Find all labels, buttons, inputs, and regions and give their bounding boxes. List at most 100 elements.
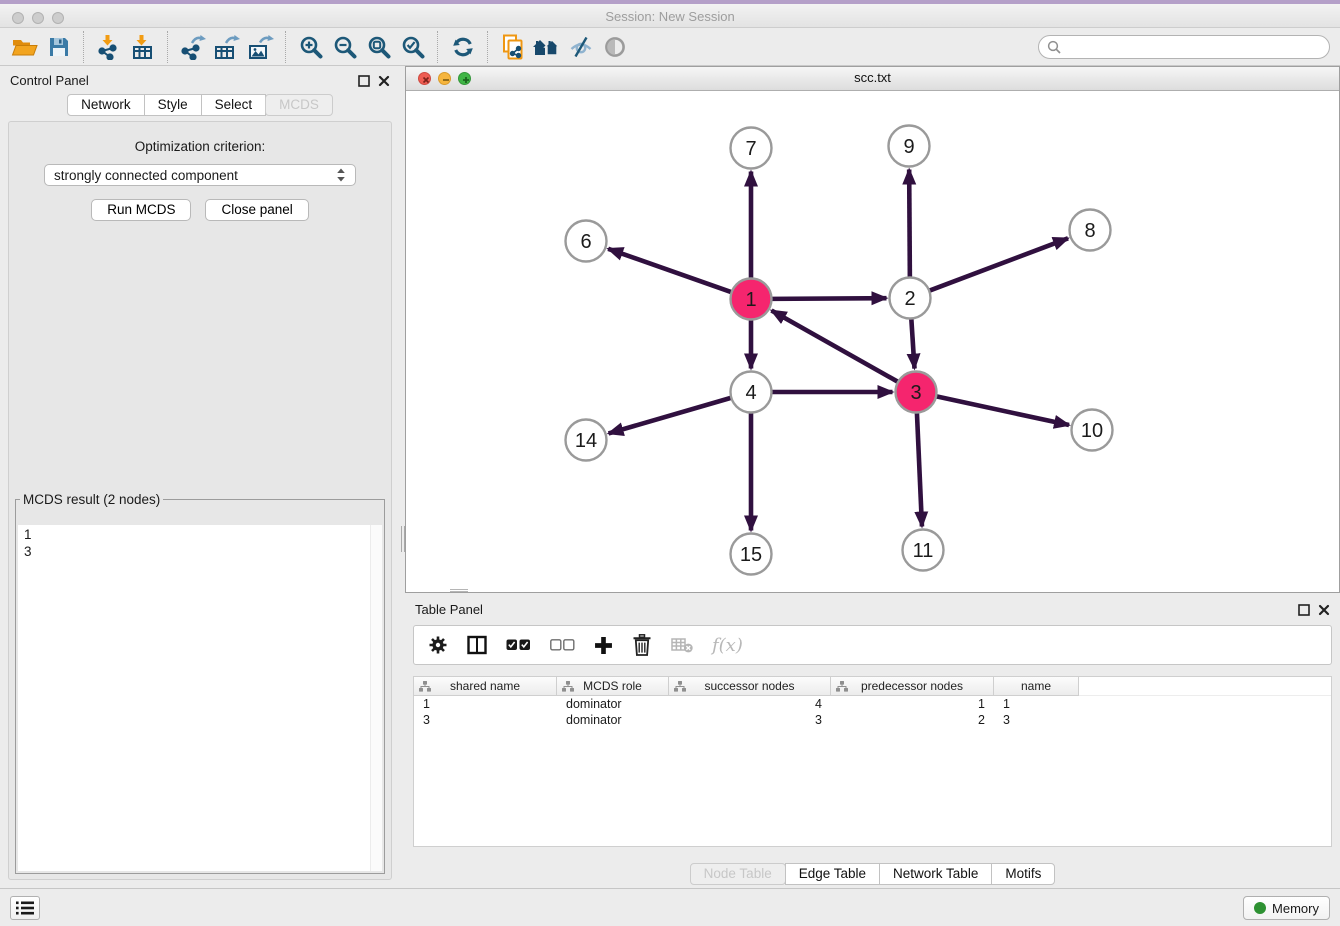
- close-panel-icon[interactable]: [378, 74, 390, 86]
- search-input[interactable]: [1061, 38, 1321, 55]
- list-icon: [16, 901, 34, 915]
- graph-edge-4-14[interactable]: [609, 398, 731, 434]
- network-close-button[interactable]: [418, 72, 431, 85]
- refresh-view-icon[interactable]: [446, 31, 480, 63]
- select-chevrons-icon: [336, 167, 346, 183]
- table-toolbar: f(x): [413, 625, 1332, 665]
- toolbar-separator: [285, 31, 287, 63]
- float-table-panel-icon[interactable]: [1298, 603, 1310, 615]
- tab-node-table[interactable]: Node Table: [690, 863, 786, 885]
- control-panel-tabs: NetworkStyleSelectMCDS: [0, 94, 400, 116]
- tab-edge-table[interactable]: Edge Table: [785, 863, 880, 885]
- graph-node-label-15: 15: [740, 544, 762, 566]
- criterion-select[interactable]: strongly connected component: [44, 164, 356, 186]
- tab-mcds[interactable]: MCDS: [265, 94, 333, 116]
- import-network-icon[interactable]: [92, 31, 126, 63]
- toolbar-separator: [83, 31, 85, 63]
- graph-edge-2-9[interactable]: [909, 169, 910, 277]
- graph-edge-1-2[interactable]: [772, 298, 887, 299]
- zoom-out-icon[interactable]: [328, 31, 362, 63]
- table-cell: dominator: [557, 713, 669, 727]
- mcds-result-list[interactable]: 1 3: [18, 525, 382, 871]
- deselect-all-icon[interactable]: [550, 633, 575, 657]
- tab-select[interactable]: Select: [201, 94, 267, 116]
- network-canvas[interactable]: 7968124314101511: [406, 90, 1339, 592]
- toolbar-separator: [167, 31, 169, 63]
- column-header-successor-nodes[interactable]: successor nodes: [669, 677, 831, 696]
- open-session-icon[interactable]: [8, 31, 42, 63]
- tab-style[interactable]: Style: [144, 94, 202, 116]
- float-panel-icon[interactable]: [358, 74, 370, 86]
- graph-node-label-4: 4: [745, 382, 756, 404]
- import-table-icon[interactable]: [126, 31, 160, 63]
- graph-node-label-8: 8: [1084, 220, 1095, 242]
- tab-network[interactable]: Network: [67, 94, 145, 116]
- show-panels-icon[interactable]: [598, 31, 632, 63]
- table-cell: 3: [414, 713, 557, 727]
- column-header-shared-name[interactable]: shared name: [414, 677, 557, 696]
- table-panel-title: Table Panel: [415, 602, 483, 617]
- canvas-splitter-handle[interactable]: [450, 589, 468, 594]
- table-row[interactable]: 1dominator411: [414, 696, 1331, 712]
- toolbar-separator: [487, 31, 489, 63]
- column-hierarchy-icon: [674, 681, 686, 692]
- mcds-result-title: MCDS result (2 nodes): [20, 492, 163, 507]
- column-hierarchy-icon: [562, 681, 574, 692]
- column-header-MCDS-role[interactable]: MCDS role: [557, 677, 669, 696]
- show-columns-icon[interactable]: [467, 633, 487, 657]
- table-row[interactable]: 3dominator323: [414, 712, 1331, 728]
- graph-edge-2-3[interactable]: [911, 319, 914, 369]
- delete-column-trash-icon[interactable]: [632, 633, 652, 657]
- main-toolbar: [0, 28, 1340, 66]
- add-column-icon[interactable]: [594, 633, 613, 657]
- table-settings-gear-icon[interactable]: [428, 633, 448, 657]
- graph-edge-2-8[interactable]: [930, 238, 1068, 290]
- control-panel: Control Panel NetworkStyleSelectMCDS Opt…: [0, 66, 400, 888]
- graph-node-label-10: 10: [1081, 420, 1103, 442]
- graph-node-label-7: 7: [745, 138, 756, 160]
- mcds-panel: Optimization criterion: strongly connect…: [8, 121, 392, 880]
- table-cell: 2: [831, 713, 994, 727]
- table-cell: dominator: [557, 697, 669, 711]
- graph-node-label-3: 3: [910, 382, 921, 404]
- table-cell: 1: [994, 697, 1079, 711]
- memory-button[interactable]: Memory: [1243, 896, 1330, 920]
- hide-panels-icon[interactable]: [564, 31, 598, 63]
- tab-network-table[interactable]: Network Table: [879, 863, 992, 885]
- task-history-button[interactable]: [10, 896, 40, 920]
- home-view-icon[interactable]: [530, 31, 564, 63]
- network-minimize-button[interactable]: [438, 72, 451, 85]
- app-titlebar: Session: New Session: [0, 0, 1340, 28]
- clone-network-icon[interactable]: [496, 31, 530, 63]
- select-all-icon[interactable]: [506, 633, 531, 657]
- export-table-icon[interactable]: [210, 31, 244, 63]
- tab-motifs[interactable]: Motifs: [991, 863, 1055, 885]
- network-zoom-button[interactable]: [458, 72, 471, 85]
- column-header-predecessor-nodes[interactable]: predecessor nodes: [831, 677, 994, 696]
- table-cell: 3: [669, 713, 831, 727]
- graph-edge-3-10[interactable]: [937, 396, 1070, 425]
- global-search[interactable]: [1038, 35, 1330, 59]
- zoom-in-icon[interactable]: [294, 31, 328, 63]
- save-session-icon[interactable]: [42, 31, 76, 63]
- graph-node-label-2: 2: [904, 288, 915, 310]
- graph-node-label-1: 1: [745, 289, 756, 311]
- zoom-fit-icon[interactable]: [362, 31, 396, 63]
- column-header-name[interactable]: name: [994, 677, 1079, 696]
- run-mcds-button[interactable]: Run MCDS: [91, 199, 191, 221]
- column-hierarchy-icon: [419, 681, 431, 692]
- close-panel-button[interactable]: Close panel: [205, 199, 308, 221]
- control-panel-title: Control Panel: [10, 73, 89, 88]
- graph-edge-1-6[interactable]: [608, 249, 731, 292]
- column-header-filler: [1079, 677, 1331, 696]
- export-network-icon[interactable]: [176, 31, 210, 63]
- graph-node-label-14: 14: [575, 430, 597, 452]
- graph-edge-3-11[interactable]: [917, 413, 922, 527]
- export-image-icon[interactable]: [244, 31, 278, 63]
- close-table-panel-icon[interactable]: [1318, 603, 1330, 615]
- table-cell: 4: [669, 697, 831, 711]
- zoom-selected-icon[interactable]: [396, 31, 430, 63]
- criterion-selected-value: strongly connected component: [54, 168, 336, 183]
- graph-edge-3-1[interactable]: [771, 311, 897, 382]
- graph-node-label-9: 9: [903, 136, 914, 158]
